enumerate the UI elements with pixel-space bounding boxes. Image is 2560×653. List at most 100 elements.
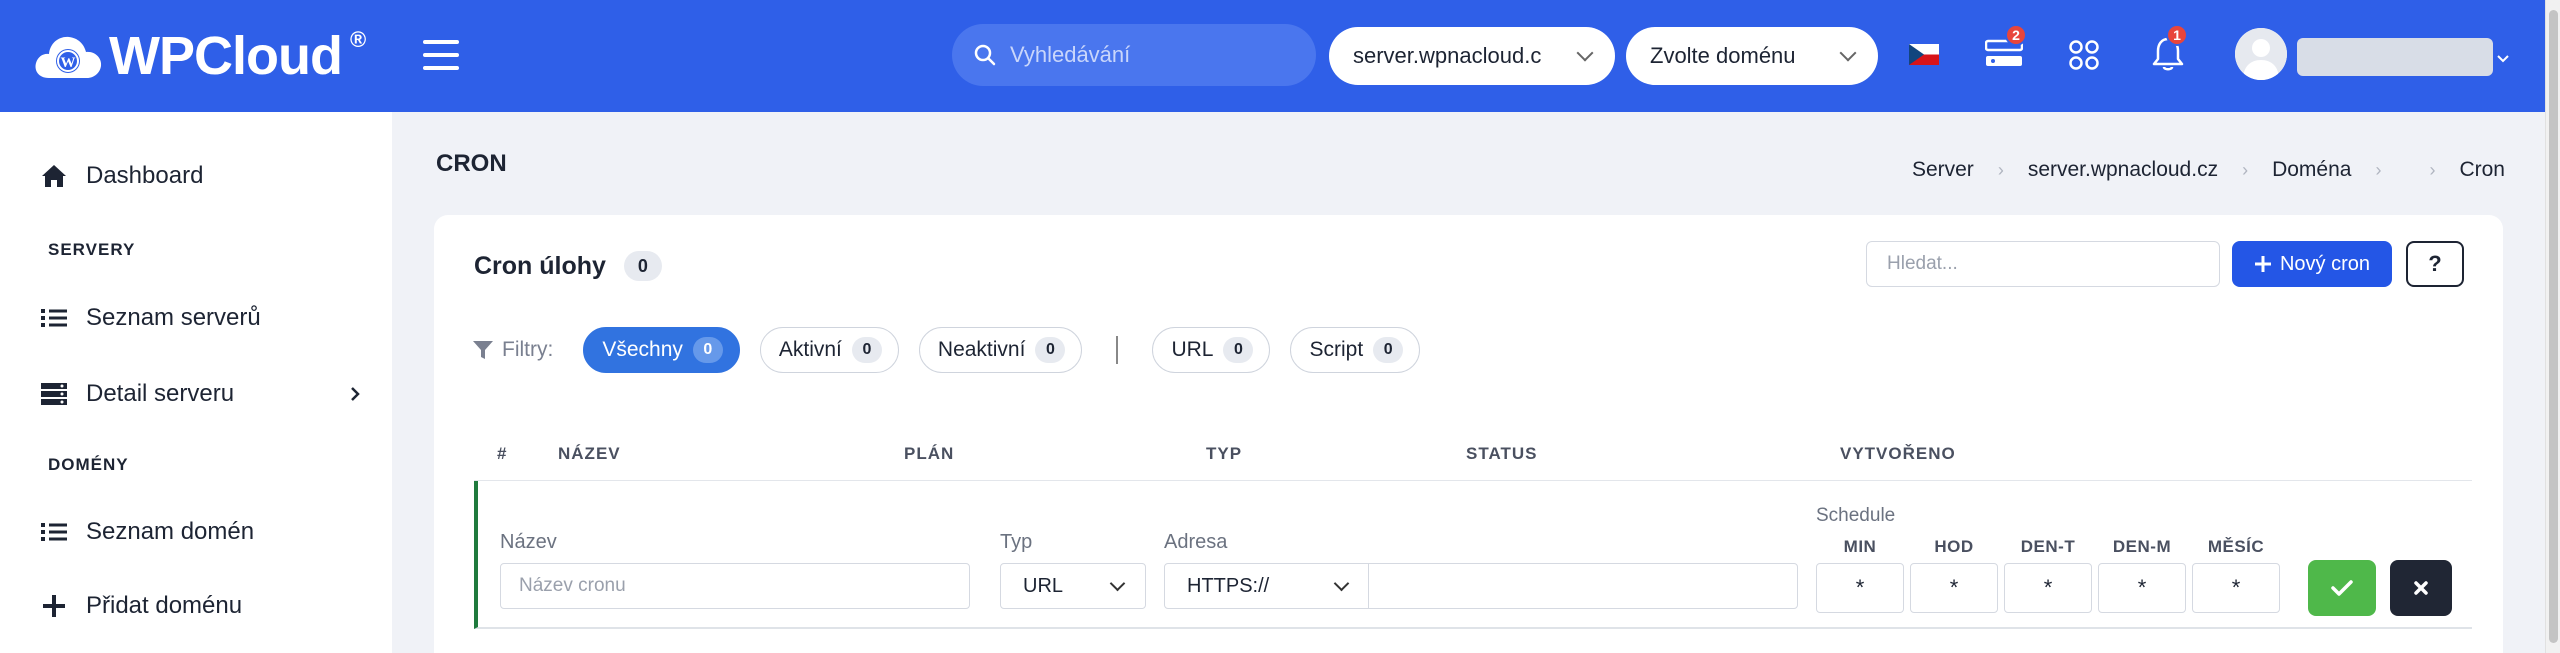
sidebar-section-servers: SERVERY bbox=[48, 240, 136, 259]
scrollbar-thumb[interactable] bbox=[2549, 10, 2558, 643]
apps-button[interactable] bbox=[2068, 39, 2100, 71]
schedule-dow-label: DEN-T bbox=[2020, 537, 2076, 556]
card-title: Cron úlohy 0 bbox=[474, 251, 662, 281]
sidebar-item-label: Přidat doménu bbox=[86, 592, 243, 619]
schedule-hour-input[interactable]: * bbox=[1910, 563, 1998, 613]
breadcrumb-separator-icon: › bbox=[1997, 159, 2004, 180]
server-select[interactable]: server.wpnacloud.c bbox=[1329, 27, 1615, 85]
sidebar-item-label: Detail serveru bbox=[86, 380, 235, 407]
home-icon bbox=[42, 165, 66, 187]
column-header[interactable]: VYTVOŘENO bbox=[1840, 444, 1956, 464]
filter-chip-active[interactable]: Aktivní 0 bbox=[759, 327, 899, 373]
sidebar-item-server-list[interactable]: Seznam serverů bbox=[40, 304, 261, 332]
type-select[interactable]: URL bbox=[1000, 563, 1146, 609]
new-cron-button[interactable]: Nový cron bbox=[2232, 241, 2392, 287]
logo[interactable]: W WPCloud ® bbox=[33, 24, 366, 88]
registered-mark: ® bbox=[349, 27, 367, 52]
cron-search-input[interactable] bbox=[1866, 241, 2220, 287]
server-select-value: server.wpnacloud.c bbox=[1353, 43, 1542, 68]
user-name-placeholder[interactable] bbox=[2297, 38, 2493, 76]
avatar[interactable] bbox=[2235, 28, 2287, 80]
address-label: Adresa bbox=[1164, 531, 1228, 553]
filter-chip-count: 0 bbox=[1035, 337, 1066, 363]
menu-toggle-icon[interactable] bbox=[423, 40, 459, 70]
filter-chip-label: Neaktivní bbox=[937, 338, 1026, 361]
sidebar: Dashboard SERVERY Seznam serverů Detail … bbox=[0, 112, 392, 653]
breadcrumb-domain[interactable]: Doména bbox=[2272, 158, 2351, 182]
svg-text:W: W bbox=[61, 55, 76, 71]
filter-bar: Filtry: Všechny 0 Aktivní 0 Neaktivní 0 … bbox=[472, 327, 1421, 373]
sidebar-item-label: Seznam serverů bbox=[86, 304, 261, 331]
filter-chip-label: Aktivní bbox=[778, 338, 842, 361]
page-scrollbar[interactable] bbox=[2545, 0, 2560, 653]
chevron-down-icon[interactable] bbox=[2497, 50, 2509, 68]
schedule-dow-input[interactable]: * bbox=[2004, 563, 2092, 613]
cron-name-input[interactable] bbox=[500, 563, 970, 609]
sidebar-item-domain-list[interactable]: Seznam domén bbox=[40, 518, 254, 546]
column-header: TYP bbox=[1206, 444, 1243, 463]
filter-chip-inactive[interactable]: Neaktivní 0 bbox=[918, 327, 1083, 373]
column-header: PLÁN bbox=[904, 444, 955, 463]
schedule-month-input[interactable]: * bbox=[2192, 563, 2280, 613]
close-icon bbox=[2414, 581, 2428, 595]
filter-chip-script[interactable]: Script 0 bbox=[1290, 327, 1421, 373]
domain-select[interactable]: Zvolte doménu bbox=[1626, 27, 1878, 85]
sidebar-item-label: Seznam domén bbox=[86, 518, 255, 545]
sidebar-item-server-detail[interactable]: Detail serveru bbox=[40, 380, 360, 408]
filter-divider bbox=[1116, 336, 1119, 364]
filter-icon bbox=[473, 341, 493, 359]
schedule-dom-input[interactable]: * bbox=[2098, 563, 2186, 613]
logo-text: WPCloud bbox=[109, 26, 343, 86]
user-avatar-icon bbox=[2235, 28, 2287, 80]
server-status-button[interactable]: 2 bbox=[1984, 24, 2027, 72]
filter-chip-all[interactable]: Všechny 0 bbox=[583, 327, 740, 373]
cron-card: Cron úlohy 0 Nový cron ? Filtry: Všechny… bbox=[434, 215, 2503, 653]
check-icon bbox=[2331, 580, 2353, 596]
sidebar-item-label: Dashboard bbox=[86, 162, 204, 189]
chevron-down-icon bbox=[1839, 44, 1857, 62]
filter-chip-label: Všechny bbox=[602, 338, 683, 361]
sidebar-item-add-domain[interactable]: Přidat doménu bbox=[40, 592, 242, 620]
breadcrumb: Server › server.wpnacloud.cz › Doména › … bbox=[1912, 158, 2505, 182]
plus-icon bbox=[43, 595, 65, 617]
chevron-down-icon bbox=[1576, 44, 1594, 62]
notifications-button[interactable]: 1 bbox=[2152, 24, 2188, 72]
global-search-input[interactable] bbox=[1010, 42, 1290, 68]
new-cron-label: Nový cron bbox=[2279, 252, 2371, 275]
top-navbar: W WPCloud ® server.wpnacloud.c Zvolte do… bbox=[0, 0, 2545, 112]
sidebar-item-dashboard[interactable]: Dashboard bbox=[40, 162, 203, 190]
address-input[interactable] bbox=[1368, 563, 1798, 609]
notification-badge: 1 bbox=[2166, 24, 2188, 46]
protocol-select-value: HTTPS:// bbox=[1187, 574, 1270, 597]
global-search bbox=[952, 24, 1316, 86]
help-button[interactable]: ? bbox=[2406, 241, 2464, 287]
breadcrumb-separator-icon: › bbox=[2242, 159, 2249, 180]
schedule-min-label: MIN bbox=[1843, 537, 1877, 556]
protocol-select[interactable]: HTTPS:// bbox=[1164, 563, 1370, 609]
page-title: CRON bbox=[436, 150, 507, 177]
save-cron-button[interactable] bbox=[2308, 560, 2376, 616]
chevron-down-icon bbox=[1109, 575, 1126, 591]
filter-chip-label: Script bbox=[1309, 338, 1364, 361]
schedule-label: Schedule bbox=[1816, 505, 1896, 526]
czech-flag-icon[interactable] bbox=[1909, 44, 1939, 65]
filter-chip-count: 0 bbox=[851, 337, 882, 363]
new-cron-form-row: Název Typ URL Adresa HTTPS:// Schedule M… bbox=[474, 481, 2472, 629]
filter-chip-url[interactable]: URL 0 bbox=[1152, 327, 1271, 373]
cloud-logo-icon: W bbox=[35, 36, 102, 78]
schedule-min-input[interactable]: * bbox=[1816, 563, 1904, 613]
column-header[interactable]: NÁZEV bbox=[558, 444, 621, 464]
apps-grid-icon bbox=[2069, 40, 2099, 70]
filters-label: Filtry: bbox=[472, 338, 553, 362]
cancel-cron-button[interactable] bbox=[2390, 560, 2452, 616]
breadcrumb-server[interactable]: Server bbox=[1912, 158, 1974, 182]
breadcrumb-server-name[interactable]: server.wpnacloud.cz bbox=[2028, 158, 2218, 182]
filter-chip-label: URL bbox=[1171, 338, 1214, 361]
search-icon bbox=[974, 44, 996, 66]
column-header: STATUS bbox=[1466, 444, 1538, 463]
list-icon bbox=[41, 523, 67, 541]
schedule-month-label: MĚSÍC bbox=[2207, 537, 2265, 556]
server-icon bbox=[41, 383, 67, 405]
domain-select-value: Zvolte doménu bbox=[1650, 43, 1796, 68]
chevron-right-icon bbox=[351, 387, 360, 401]
